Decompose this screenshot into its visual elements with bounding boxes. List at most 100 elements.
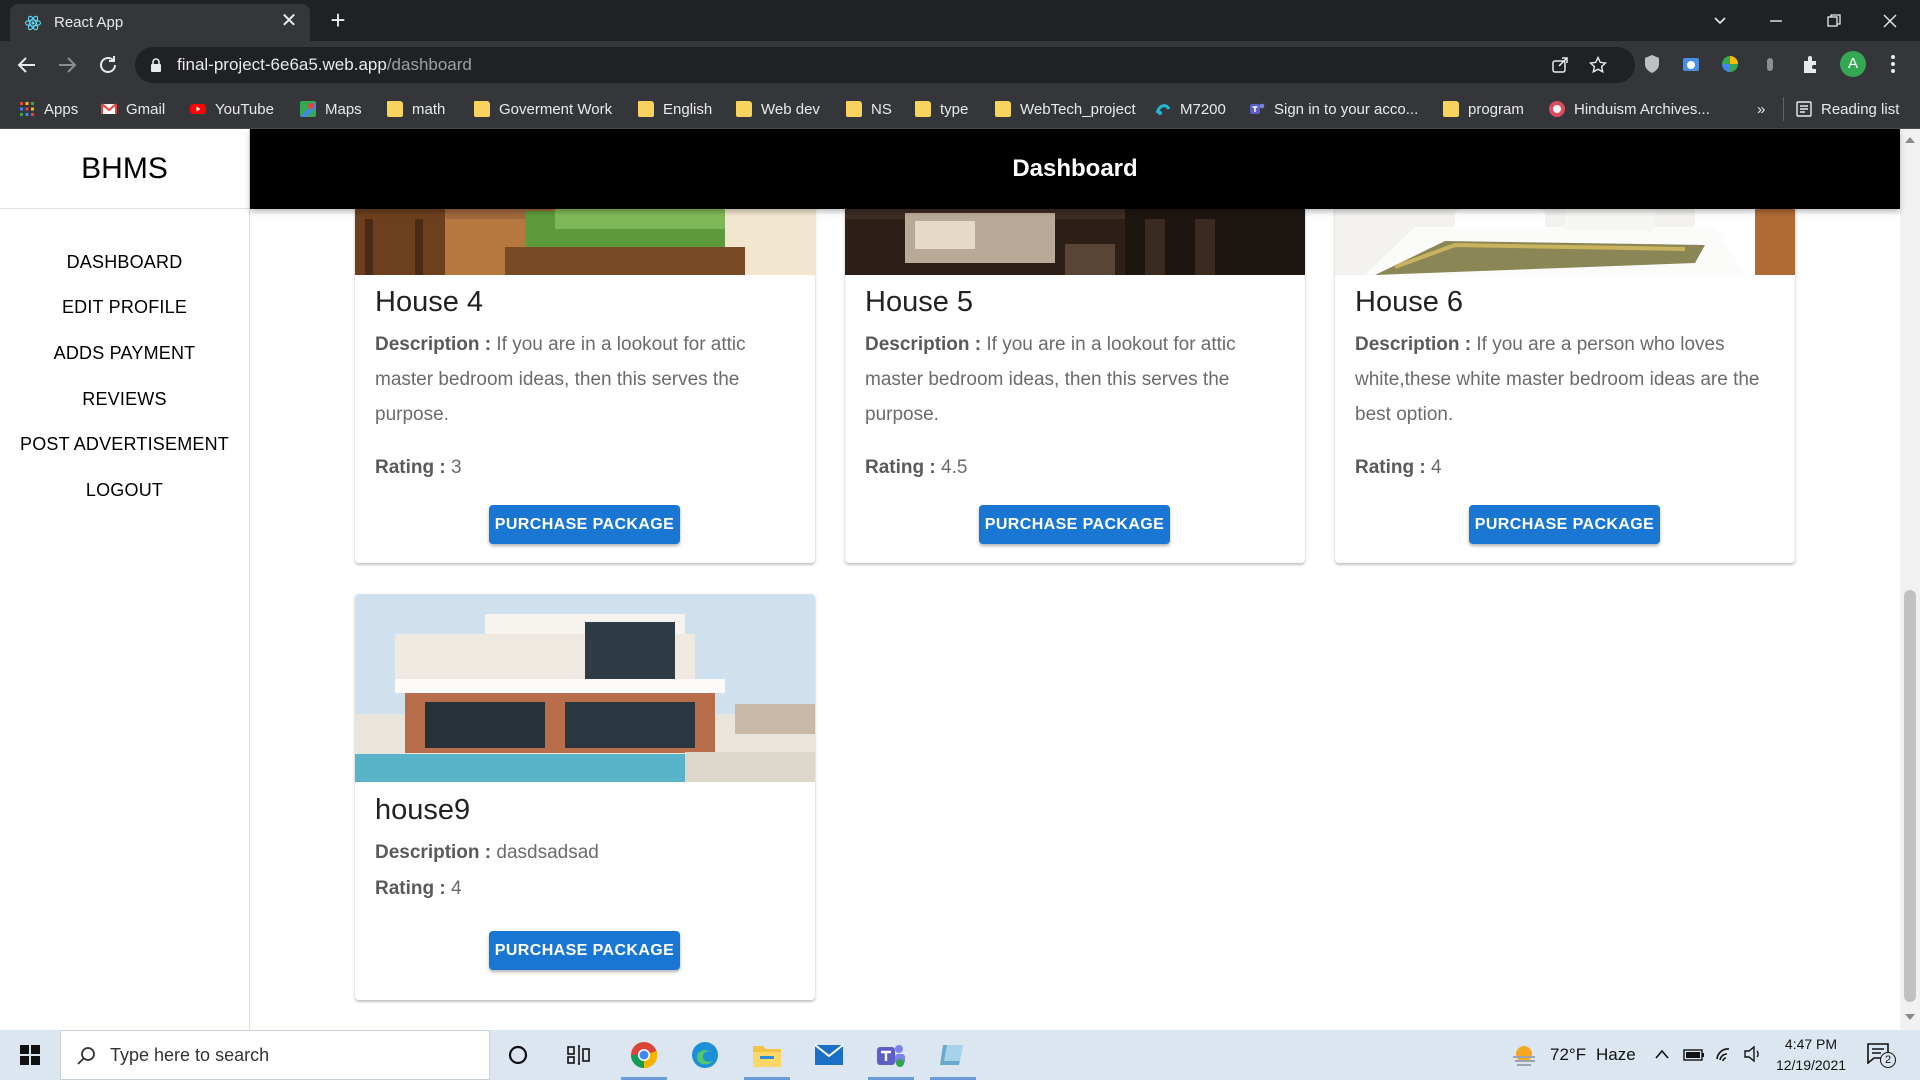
mail-icon (814, 1044, 844, 1065)
bookmark-web-dev[interactable]: Web dev (736, 99, 820, 119)
taskbar-edge[interactable] (678, 1030, 732, 1080)
house-description: Description : If you are in a lookout fo… (375, 327, 795, 432)
taskbar-mail[interactable] (802, 1030, 856, 1080)
house-card: House 6 Description : If you are a perso… (1335, 209, 1795, 563)
tab-title: React App (54, 14, 124, 31)
battery-icon[interactable] (1683, 1047, 1705, 1063)
taskbar-chrome[interactable] (617, 1030, 671, 1080)
house-rating: Rating : 4.5 (865, 457, 967, 479)
weather-description[interactable]: Haze (1596, 1045, 1636, 1065)
teams-icon (1250, 103, 1265, 114)
browser-tab[interactable]: React App ✕ (10, 4, 310, 41)
bookmark-sign-in[interactable]: Sign in to your acco... (1249, 99, 1418, 119)
minimize-button[interactable] (1748, 0, 1804, 41)
rating-label: Rating : (375, 878, 446, 899)
m7200-icon (1155, 104, 1171, 115)
weather-haze-icon[interactable] (1511, 1043, 1539, 1067)
bookmark-webtech-project[interactable]: WebTech_project (995, 99, 1136, 119)
extensions-puzzle-icon[interactable] (1800, 53, 1822, 75)
bookmark-star-icon[interactable] (1589, 56, 1607, 74)
lock-icon[interactable] (149, 57, 163, 73)
bookmarks-divider (1783, 97, 1784, 121)
share-icon[interactable] (1551, 56, 1569, 74)
bookmark-apps[interactable]: Apps (19, 99, 78, 119)
menu-kebab-icon[interactable] (1882, 53, 1904, 75)
scrollbar-thumb[interactable] (1904, 590, 1916, 1002)
camera-extension-icon[interactable] (1680, 53, 1702, 75)
tab-search-button[interactable] (1692, 0, 1748, 41)
bookmark-hinduism-archives[interactable]: Hinduism Archives... (1549, 99, 1710, 119)
bookmark-math[interactable]: math (387, 99, 445, 119)
bookmarks-bar: Apps Gmail YouTube Maps math Goverment W… (0, 89, 1920, 129)
profile-avatar[interactable]: A (1840, 51, 1866, 77)
house-rating: Rating : 3 (375, 457, 462, 479)
description-label: Description : (375, 842, 492, 863)
folder-icon (474, 101, 490, 117)
new-tab-button[interactable]: + (325, 7, 351, 34)
bookmark-type[interactable]: type (915, 99, 968, 119)
edge-icon (692, 1042, 718, 1068)
scroll-down-arrow-icon[interactable] (1905, 1014, 1915, 1020)
forward-arrow-icon[interactable] (55, 53, 79, 77)
bookmark-youtube[interactable]: YouTube (190, 99, 274, 119)
more-bookmarks-label: » (1757, 100, 1766, 118)
page-scrollbar[interactable] (1900, 129, 1920, 1030)
taskbar-clock[interactable]: 4:47 PM 12/19/2021 (1766, 1034, 1856, 1076)
taskbar-file-explorer[interactable] (740, 1030, 794, 1080)
windows-start-icon[interactable] (20, 1045, 40, 1065)
bookmark-m7200[interactable]: M7200 (1155, 99, 1226, 119)
taskbar-teams[interactable] (864, 1030, 918, 1080)
taskbar-app[interactable] (926, 1030, 980, 1080)
volume-icon[interactable] (1743, 1045, 1763, 1063)
back-arrow-icon[interactable] (15, 53, 39, 77)
bookmark-label: math (412, 100, 446, 118)
tool-extension-icon[interactable] (1759, 53, 1781, 75)
brand-logo[interactable]: BHMS (0, 129, 249, 209)
bookmark-maps[interactable]: Maps (300, 99, 362, 119)
nav-reviews[interactable]: REVIEWS (0, 384, 249, 414)
reload-icon[interactable] (96, 53, 120, 77)
taskbar-search-box[interactable]: Type here to search (60, 1030, 490, 1080)
purchase-package-button[interactable]: PURCHASE PACKAGE (489, 505, 680, 544)
url-host: final-project-6e6a5.web.app (177, 55, 387, 74)
nav-dashboard[interactable]: DASHBOARD (0, 247, 249, 277)
rating-value: 4 (1431, 457, 1442, 478)
more-bookmarks-button[interactable]: » (1757, 99, 1765, 119)
taskbar-search-placeholder: Type here to search (110, 1045, 270, 1065)
bookmark-label: type (940, 100, 969, 118)
close-window-button[interactable] (1862, 0, 1918, 41)
color-extension-icon[interactable] (1719, 53, 1741, 75)
reading-list-button[interactable]: Reading list (1796, 99, 1899, 119)
notification-center-button[interactable]: 2 (1866, 1042, 1896, 1070)
bookmark-english[interactable]: English (638, 99, 712, 119)
purchase-package-button[interactable]: PURCHASE PACKAGE (489, 931, 680, 970)
clock-time: 4:47 PM (1784, 1036, 1838, 1052)
bookmark-label: Goverment Work (499, 100, 613, 118)
description-label: Description : (1355, 334, 1472, 355)
tab-close-icon[interactable]: ✕ (278, 10, 300, 32)
purchase-package-button[interactable]: PURCHASE PACKAGE (979, 505, 1170, 544)
bookmark-ns[interactable]: NS (846, 99, 892, 119)
restore-button[interactable] (1806, 0, 1862, 41)
cortana-icon[interactable] (507, 1044, 529, 1066)
house-description: Description : dasdsadsad (375, 835, 795, 870)
bookmark-program[interactable]: program (1443, 99, 1524, 119)
shield-extension-icon[interactable] (1641, 53, 1663, 75)
bookmark-goverment-work[interactable]: Goverment Work (474, 99, 612, 119)
wifi-icon[interactable] (1715, 1045, 1735, 1063)
task-view-icon[interactable] (567, 1044, 591, 1066)
address-bar[interactable]: final-project-6e6a5.web.app/dashboard (135, 47, 1635, 83)
nav-edit-profile[interactable]: EDIT PROFILE (0, 292, 249, 322)
house-image (1335, 209, 1795, 275)
chevron-up-icon[interactable] (1654, 1048, 1670, 1060)
nav-logout[interactable]: LOGOUT (0, 475, 249, 505)
scroll-up-arrow-icon[interactable] (1905, 137, 1915, 143)
nav-adds-payment[interactable]: ADDS PAYMENT (0, 338, 249, 368)
bookmark-gmail[interactable]: Gmail (101, 99, 165, 119)
nav-post-advertisement[interactable]: POST ADVERTISEMENT (0, 429, 249, 459)
maps-icon (300, 101, 316, 117)
purchase-package-button[interactable]: PURCHASE PACKAGE (1469, 505, 1660, 544)
house-description: Description : If you are in a lookout fo… (865, 327, 1285, 432)
weather-temperature[interactable]: 72°F (1550, 1045, 1586, 1065)
rating-label: Rating : (865, 457, 936, 478)
